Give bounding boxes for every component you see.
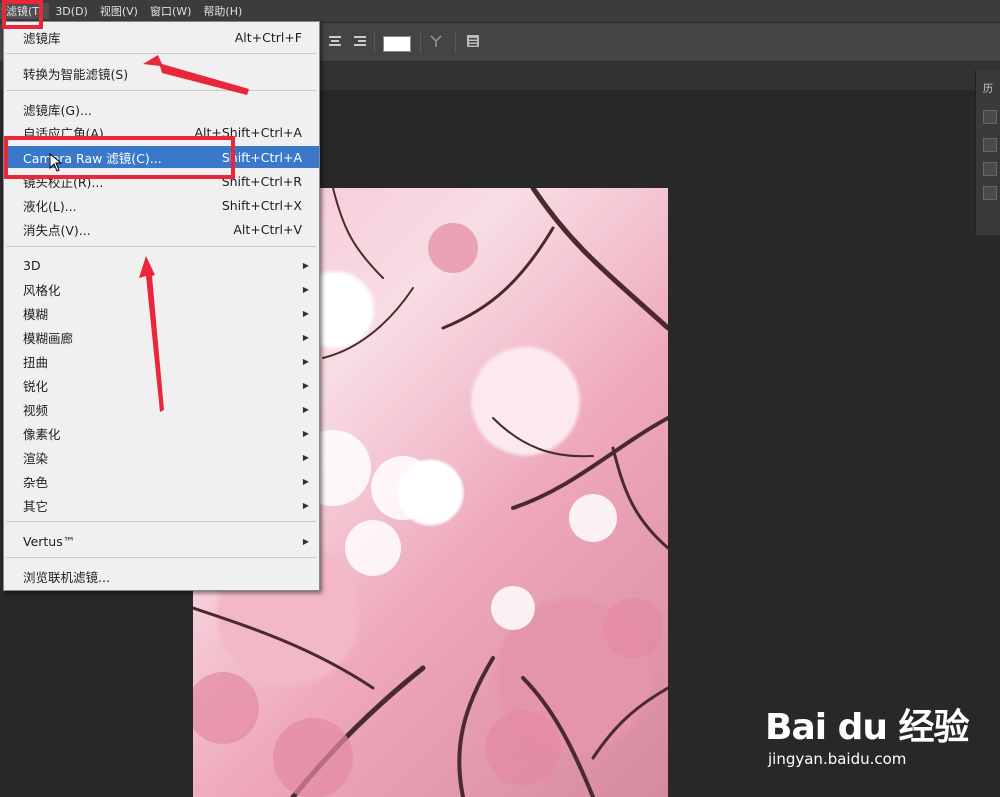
arrow-up-to-camera-raw [139,256,164,412]
annotation-arrows [139,55,249,412]
watermark-logo: Bai du 经验 [765,707,970,748]
watermark-url: jingyan.baidu.com [768,750,907,768]
baidu-watermark: Bai du 经验 jingyan.baidu.com [765,688,985,788]
arrow-to-smart-filter [143,55,249,95]
